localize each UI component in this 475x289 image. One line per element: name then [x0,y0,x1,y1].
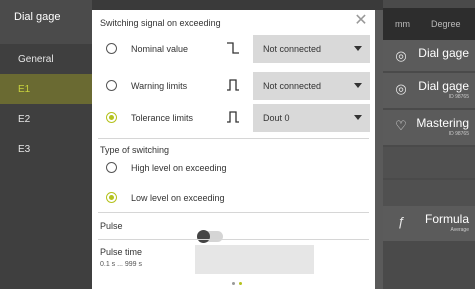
page-dot[interactable] [232,282,235,285]
sidebar-item-general[interactable]: General [0,44,92,74]
sidebar-item-label: E3 [18,144,31,155]
feature-label: Formula [424,212,469,226]
nominal-value-radio[interactable] [106,43,117,54]
sidebar-item-label: E2 [18,114,31,125]
sidebar-item-e3[interactable]: E3 [0,134,92,164]
select-value: Not connected [263,44,322,54]
chevron-down-icon [354,115,362,120]
feature-label: Dial gage [418,79,469,93]
low-level-radio[interactable] [106,192,117,203]
length-unit-button[interactable]: mm [395,19,410,29]
chevron-down-icon [354,83,362,88]
tolerance-limits-label: Tolerance limits [131,113,194,123]
unit-bar: mm Degree [383,8,475,40]
signal-pulse-icon [227,111,239,123]
signal-step-icon [227,42,239,54]
warning-limits-select[interactable]: Not connected [253,72,370,100]
feature-mastering[interactable]: ♡ Mastering ID 98765 [383,110,475,146]
select-value: Not connected [263,81,322,91]
chevron-down-icon [354,46,362,51]
formula-icon: ƒ [397,214,405,229]
gauge-icon: ◎ [395,48,407,63]
pulse-time-label: Pulse time [100,247,143,257]
nominal-value-label: Nominal value [131,44,189,54]
feature-sub: ID 98765 [448,131,469,137]
empty-slot [383,147,475,179]
tolerance-limits-radio[interactable] [106,112,117,123]
nominal-value-select[interactable]: Not connected [253,35,370,63]
sidebar-item-e1[interactable]: E1 [0,74,92,104]
feature-label: Mastering [416,116,469,130]
toggle-knob [197,230,210,243]
feature-sub: Average [450,227,469,233]
sidebar-item-e2[interactable]: E2 [0,104,92,134]
feature-dial-gage-id[interactable]: ◎ Dial gage ID 98765 [383,73,475,109]
mastering-icon: ♡ [395,118,407,133]
sidebar: Dial gage General E1 E2 E3 [0,0,92,289]
page-dot-active[interactable] [239,282,242,285]
feature-sub: ID 98765 [448,94,469,100]
pulse-time-input[interactable] [195,245,314,274]
low-level-label: Low level on exceeding [131,193,225,203]
signal-pulse-icon [227,79,239,91]
high-level-radio[interactable] [106,162,117,173]
select-value: Dout 0 [263,113,290,123]
warning-limits-label: Warning limits [131,81,188,91]
switching-signal-dialog: Switching signal on exceeding ✕ Nominal … [92,10,375,289]
switching-type-title: Type of switching [100,145,170,155]
feature-formula[interactable]: ƒ Formula Average [383,206,475,242]
high-level-label: High level on exceeding [131,163,227,173]
divider [98,212,369,213]
feature-dial-gage[interactable]: ◎ Dial gage [383,40,475,72]
divider [98,239,369,240]
gauge-icon: ◎ [395,81,407,96]
divider [98,138,369,139]
right-panel: mm Degree ◎ Dial gage ◎ Dial gage ID 987… [383,0,475,289]
sidebar-item-label: E1 [18,84,31,95]
warning-limits-radio[interactable] [106,80,117,91]
angle-unit-button[interactable]: Degree [431,19,461,29]
pulse-toggle[interactable] [197,230,223,243]
pulse-label: Pulse [100,221,123,231]
close-icon[interactable]: ✕ [353,13,369,29]
pulse-time-range: 0.1 s ... 999 s [100,261,143,268]
sidebar-title: Dial gage [0,0,92,44]
tolerance-limits-select[interactable]: Dout 0 [253,104,370,132]
dialog-title: Switching signal on exceeding [100,18,221,28]
sidebar-item-label: General [18,54,54,65]
feature-label: Dial gage [418,46,469,60]
